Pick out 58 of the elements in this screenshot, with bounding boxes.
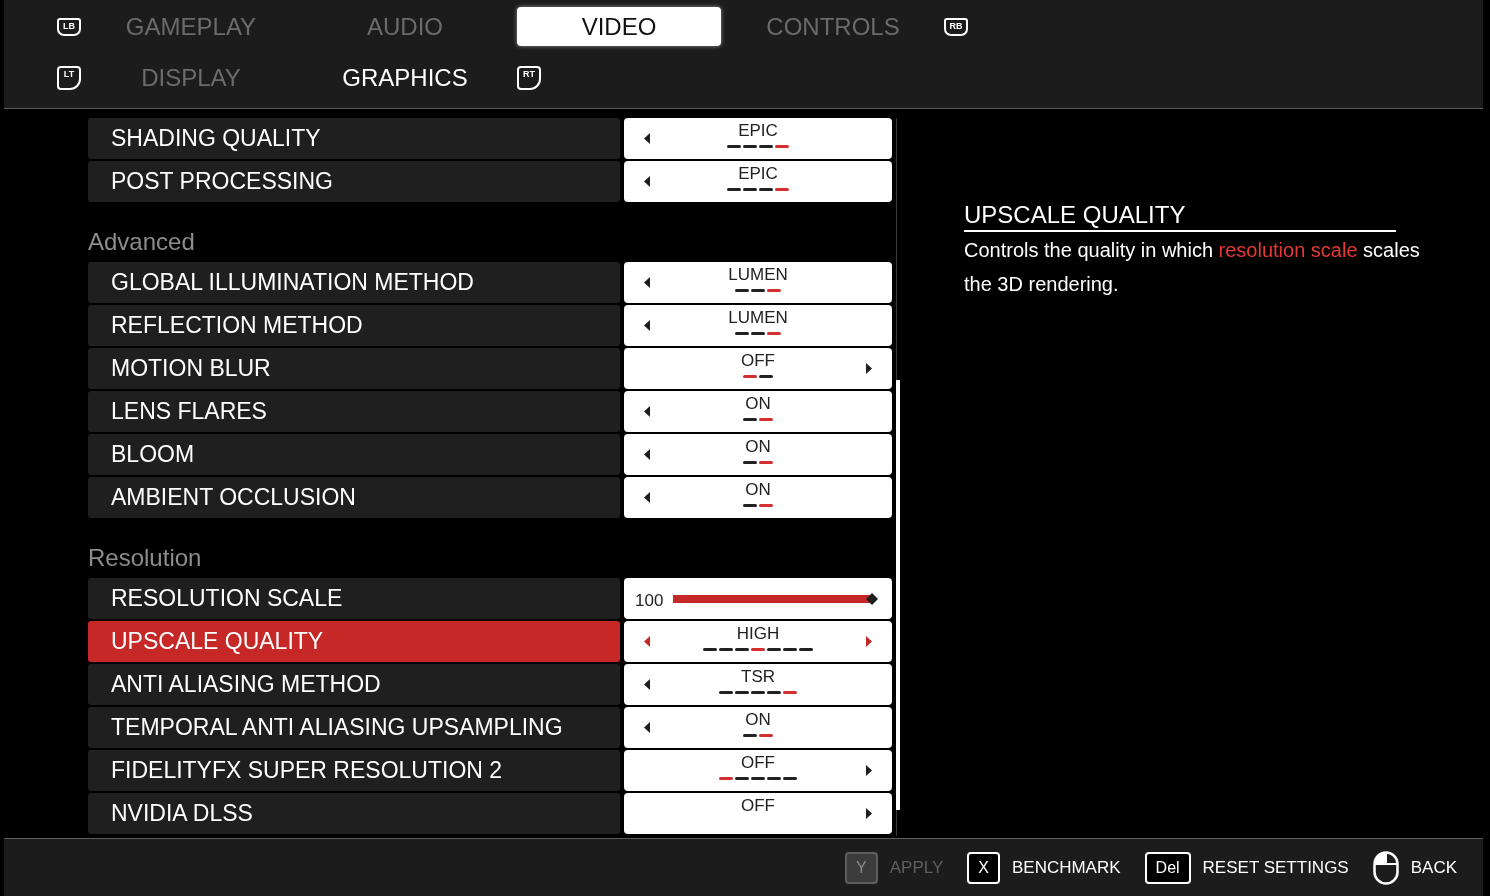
option-selector[interactable]: OFF xyxy=(624,348,892,389)
shoulder-key-hint[interactable]: LB xyxy=(57,17,81,36)
option-selector[interactable]: EPIC xyxy=(624,161,892,202)
arrow-right-icon[interactable] xyxy=(866,363,872,374)
option-selector[interactable]: OFF xyxy=(624,793,892,834)
arrow-left-icon[interactable] xyxy=(644,679,650,690)
arrow-left-icon[interactable] xyxy=(644,176,650,187)
option-selector[interactable]: LUMEN xyxy=(624,262,892,303)
arrow-right-icon[interactable] xyxy=(866,765,872,776)
key-hint: X xyxy=(967,851,1000,884)
setting-label[interactable]: TEMPORAL ANTI ALIASING UPSAMPLING xyxy=(88,707,620,748)
arrow-left-icon[interactable] xyxy=(644,133,650,144)
option-selector[interactable]: OFF xyxy=(624,750,892,791)
option-selector[interactable]: ON xyxy=(624,391,892,432)
option-selector[interactable]: TSR xyxy=(624,664,892,705)
tab[interactable]: GRAPHICS xyxy=(303,58,507,97)
arrow-left-icon[interactable] xyxy=(644,320,650,331)
shoulder-key-hint[interactable]: RB xyxy=(944,17,968,36)
setting-label[interactable]: POST PROCESSING xyxy=(88,161,620,202)
key-hint: Y xyxy=(845,851,878,884)
option-selector[interactable]: ON xyxy=(624,707,892,748)
action-button[interactable]: BACK xyxy=(1410,854,1457,881)
setting-label[interactable]: GLOBAL ILLUMINATION METHOD xyxy=(88,262,620,303)
description-title: UPSCALE QUALITY xyxy=(964,201,1396,232)
action-button[interactable]: RESET SETTINGS xyxy=(1202,854,1349,881)
option-selector[interactable]: ON xyxy=(624,434,892,475)
arrow-left-icon[interactable] xyxy=(644,277,650,288)
scrollbar-thumb[interactable] xyxy=(896,380,900,810)
setting-label[interactable]: AMBIENT OCCLUSION xyxy=(88,477,620,518)
key-hint: Del xyxy=(1144,851,1191,884)
arrow-left-icon[interactable] xyxy=(644,722,650,733)
slider-value: 100 xyxy=(635,589,664,611)
arrow-left-icon[interactable] xyxy=(644,406,650,417)
option-selector[interactable]: LUMEN xyxy=(624,305,892,346)
setting-label[interactable]: REFLECTION METHOD xyxy=(88,305,620,346)
arrow-right-icon[interactable] xyxy=(866,808,872,819)
option-selector[interactable]: EPIC xyxy=(624,118,892,159)
section-heading: Resolution xyxy=(88,543,202,573)
setting-label[interactable]: MOTION BLUR xyxy=(88,348,620,389)
slider-thumb[interactable] xyxy=(866,592,878,605)
setting-label[interactable]: NVIDIA DLSS xyxy=(88,793,620,834)
tab[interactable]: VIDEO xyxy=(517,7,721,46)
description-text: Controls the quality in which resolution scale scales the 3D rendering. xyxy=(964,238,1421,297)
setting-label[interactable]: UPSCALE QUALITY xyxy=(88,621,620,662)
mouse-icon xyxy=(1372,850,1399,885)
setting-label[interactable]: FIDELITYFX SUPER RESOLUTION 2 xyxy=(88,750,620,791)
setting-label[interactable]: RESOLUTION SCALE xyxy=(88,578,620,619)
setting-label[interactable]: LENS FLARES xyxy=(88,391,620,432)
arrow-left-icon[interactable] xyxy=(644,492,650,503)
shoulder-key-hint[interactable]: LT xyxy=(57,65,81,90)
action-button[interactable]: BENCHMARK xyxy=(1011,854,1121,881)
setting-label[interactable]: SHADING QUALITY xyxy=(88,118,620,159)
shoulder-key-hint[interactable]: RT xyxy=(517,65,541,90)
option-selector[interactable]: ON xyxy=(624,477,892,518)
setting-label[interactable]: ANTI ALIASING METHOD xyxy=(88,664,620,705)
arrow-left-icon[interactable] xyxy=(644,449,650,460)
section-heading: Advanced xyxy=(88,227,195,257)
setting-label[interactable]: BLOOM xyxy=(88,434,620,475)
